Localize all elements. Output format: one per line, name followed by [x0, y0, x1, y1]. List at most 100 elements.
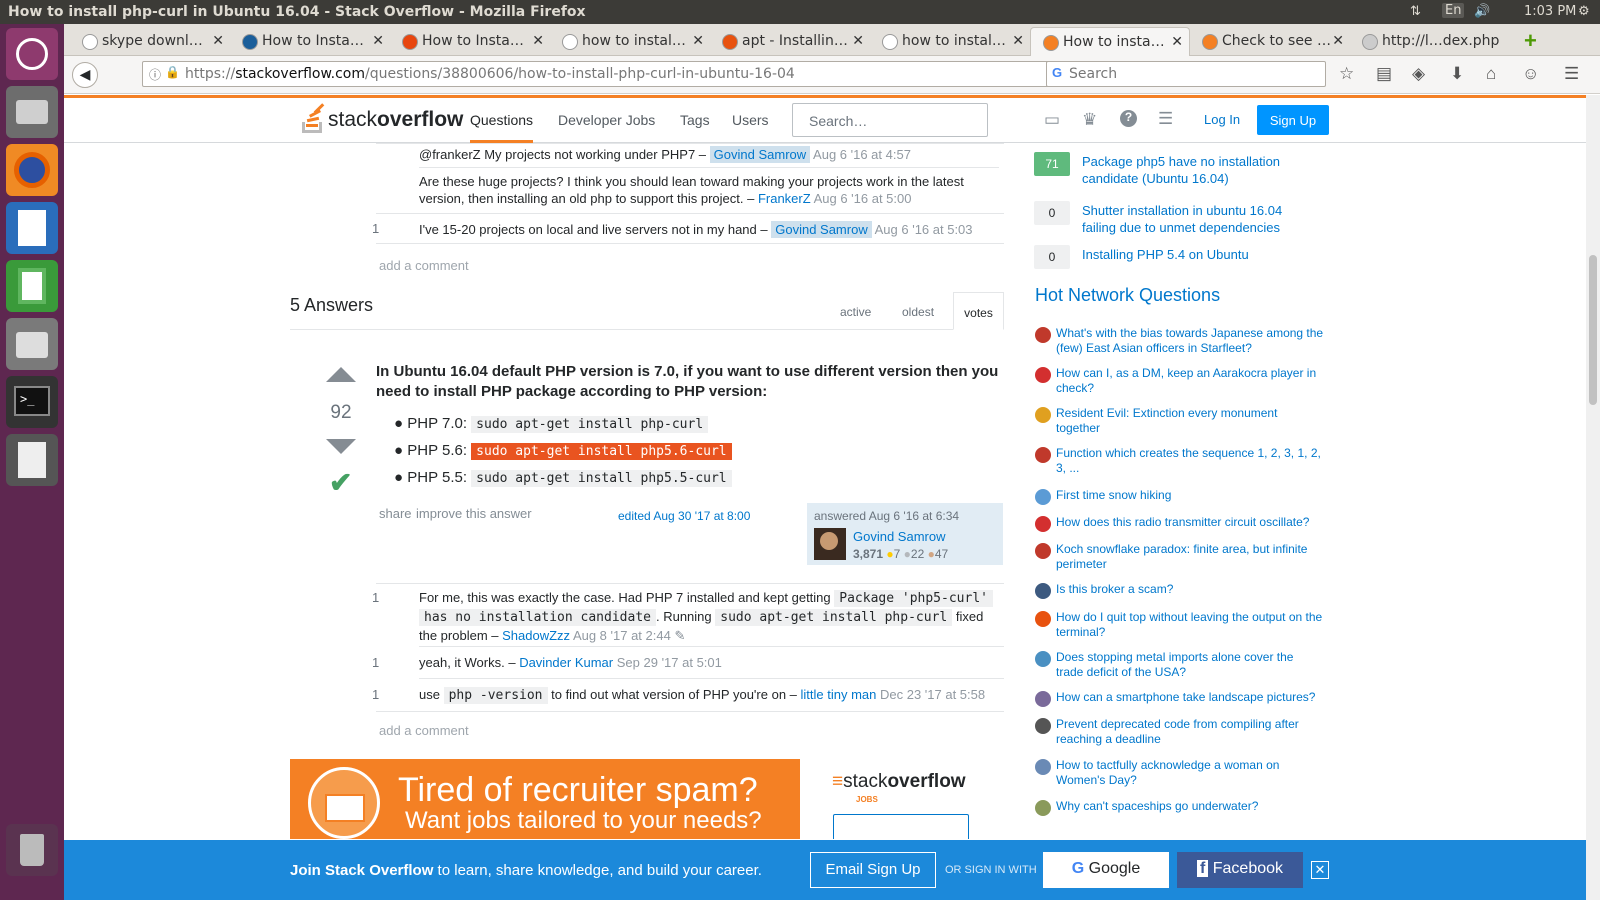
edited-link[interactable]: edited Aug 30 '17 at 8:00 [618, 509, 750, 523]
hot-question-link[interactable]: How can a smartphone take landscape pict… [1056, 690, 1324, 705]
browser-tab[interactable]: How to insta… ✕ [1030, 27, 1190, 56]
browser-tab[interactable]: Check to see … ✕ [1190, 27, 1350, 56]
hot-question-link[interactable]: Does stopping metal imports alone cover … [1056, 650, 1324, 680]
browser-search-box[interactable]: G Search [1046, 61, 1326, 87]
browser-tab[interactable]: How to Insta… ✕ [230, 27, 390, 56]
comment-user-link[interactable]: Govind Samrow [709, 146, 811, 163]
browser-tab[interactable]: how to instal… ✕ [550, 27, 710, 56]
bookmark-star-icon[interactable]: ☆ [1339, 64, 1354, 84]
terminal-icon[interactable]: >_ [6, 376, 58, 428]
sort-tab-active[interactable]: active [840, 305, 871, 319]
libreoffice-writer-icon[interactable] [6, 202, 58, 254]
tab-close-icon[interactable]: ✕ [1012, 33, 1024, 49]
inbox-icon[interactable]: ▭ [1044, 110, 1060, 130]
hot-question-link[interactable]: Is this broker a scam? [1056, 582, 1324, 597]
tab-close-icon[interactable]: ✕ [532, 33, 544, 49]
comment-user-link[interactable]: little tiny man [801, 687, 877, 702]
tab-close-icon[interactable]: ✕ [1171, 34, 1183, 50]
hot-question-link[interactable]: How to tactfully acknowledge a woman on … [1056, 758, 1324, 788]
hot-question-link[interactable]: How do I quit top without leaving the ou… [1056, 610, 1324, 640]
pocket-icon[interactable]: ◈ [1412, 64, 1425, 84]
help-icon[interactable]: ? [1120, 110, 1137, 127]
login-link[interactable]: Log In [1204, 112, 1240, 127]
firefox-icon[interactable] [6, 144, 58, 196]
tab-close-icon[interactable]: ✕ [1332, 33, 1344, 49]
hot-question-link[interactable]: How does this radio transmitter circuit … [1056, 515, 1324, 530]
share-link[interactable]: share [379, 506, 412, 521]
keyboard-layout-indicator[interactable]: En [1442, 3, 1465, 18]
reading-list-icon[interactable]: ▤ [1376, 64, 1392, 84]
tab-close-icon[interactable]: ✕ [692, 33, 704, 49]
chat-icon[interactable]: ☺ [1522, 64, 1539, 84]
scrollbar-thumb[interactable] [1589, 255, 1597, 405]
downvote-arrow-icon[interactable] [326, 439, 356, 454]
hot-question-link[interactable]: Prevent deprecated code from compiling a… [1056, 717, 1324, 747]
text-editor-icon[interactable] [6, 434, 58, 486]
comment-time[interactable]: Aug 8 '17 at 2:44 [573, 628, 671, 643]
tab-close-icon[interactable]: ✕ [212, 33, 224, 49]
clock[interactable]: 1:03 PM [1524, 4, 1576, 19]
linked-question-link[interactable]: Package php5 have no installation candid… [1082, 153, 1302, 187]
power-gear-icon[interactable]: ⚙ [1578, 4, 1590, 19]
new-tab-plus-icon[interactable]: + [1524, 28, 1537, 54]
browser-tab[interactable]: How to Insta… ✕ [390, 27, 550, 56]
add-comment-link[interactable]: add a comment [379, 258, 469, 273]
google-signin-button[interactable]: G Google [1043, 852, 1169, 888]
hot-question-link[interactable]: Why can't spaceships go underwater? [1056, 799, 1324, 814]
so-search-input[interactable]: Search… [792, 103, 988, 137]
facebook-signin-button[interactable]: f Facebook [1177, 852, 1303, 888]
software-center-icon[interactable] [6, 318, 58, 370]
hot-question-link[interactable]: First time snow hiking [1056, 488, 1324, 503]
menu-hamburger-icon[interactable]: ☰ [1564, 64, 1579, 84]
hot-question-link[interactable]: Resident Evil: Extinction every monument… [1056, 406, 1324, 436]
browser-tab[interactable]: apt - Installin… ✕ [710, 27, 870, 56]
browser-tab[interactable]: how to instal… ✕ [870, 27, 1030, 56]
comment-time[interactable]: Sep 29 '17 at 5:01 [617, 655, 722, 670]
comment-user-link[interactable]: ShadowZzz [502, 628, 570, 643]
achievements-trophy-icon[interactable]: ♛ [1082, 110, 1097, 130]
linked-question-link[interactable]: Shutter installation in ubuntu 16.04 fai… [1082, 202, 1302, 236]
improve-answer-link[interactable]: improve this answer [416, 506, 532, 521]
so-logo-text[interactable]: stackoverflow [328, 108, 463, 132]
comment-time[interactable]: Aug 6 '16 at 5:03 [875, 222, 973, 237]
hot-question-link[interactable]: Function which creates the sequence 1, 2… [1056, 446, 1324, 476]
linked-question-link[interactable]: Installing PHP 5.4 on Ubuntu [1082, 246, 1302, 263]
comment-time[interactable]: Dec 23 '17 at 5:58 [880, 687, 985, 702]
comment-time[interactable]: Aug 6 '16 at 5:00 [814, 191, 912, 206]
sort-tab-votes[interactable]: votes [953, 292, 1004, 330]
comment-time[interactable]: Aug 6 '16 at 4:57 [813, 147, 911, 162]
nav-tags[interactable]: Tags [680, 112, 710, 128]
comment-user-link[interactable]: Govind Samrow [771, 221, 872, 238]
answer-user-link[interactable]: Govind Samrow [853, 529, 945, 544]
files-icon[interactable] [6, 86, 58, 138]
so-logo-icon[interactable] [302, 103, 325, 136]
back-arrow-icon[interactable]: ◀ [72, 62, 98, 88]
add-comment-link[interactable]: add a comment [379, 723, 469, 738]
hot-question-link[interactable]: What's with the bias towards Japanese am… [1056, 326, 1324, 356]
url-bar[interactable]: ⓘ 🔒 https://stackoverflow.com/questions/… [142, 61, 1092, 87]
ubuntu-dash-icon[interactable] [6, 28, 58, 80]
network-icon[interactable]: ⇅ [1410, 4, 1421, 19]
hot-question-link[interactable]: Koch snowflake paradox: finite area, but… [1056, 542, 1324, 572]
libreoffice-calc-icon[interactable] [6, 260, 58, 312]
page-scrollbar[interactable] [1586, 95, 1600, 900]
sort-tab-oldest[interactable]: oldest [902, 305, 934, 319]
trash-icon[interactable] [6, 824, 58, 876]
close-banner-icon[interactable]: ✕ [1311, 861, 1329, 879]
jobs-ad-banner[interactable]: Tired of recruiter spam? Want jobs tailo… [290, 759, 1004, 839]
avatar[interactable] [814, 528, 846, 560]
hot-network-title[interactable]: Hot Network Questions [1035, 285, 1220, 306]
tab-close-icon[interactable]: ✕ [852, 33, 864, 49]
browser-tab[interactable]: skype downl… ✕ [70, 27, 230, 56]
volume-icon[interactable]: 🔊 [1474, 4, 1490, 19]
comment-user-link[interactable]: Davinder Kumar [519, 655, 613, 670]
downloads-icon[interactable]: ⬇ [1450, 64, 1464, 84]
comment-user-link[interactable]: FrankerZ [758, 191, 811, 206]
ad-cta-button[interactable] [833, 814, 969, 839]
upvote-arrow-icon[interactable] [326, 367, 356, 382]
nav-questions[interactable]: Questions [470, 112, 534, 143]
email-signup-button[interactable]: Email Sign Up [810, 852, 936, 888]
site-switcher-icon[interactable]: ☰ [1158, 109, 1173, 129]
signup-button[interactable]: Sign Up [1257, 105, 1329, 135]
info-icon[interactable]: ⓘ [149, 66, 161, 83]
